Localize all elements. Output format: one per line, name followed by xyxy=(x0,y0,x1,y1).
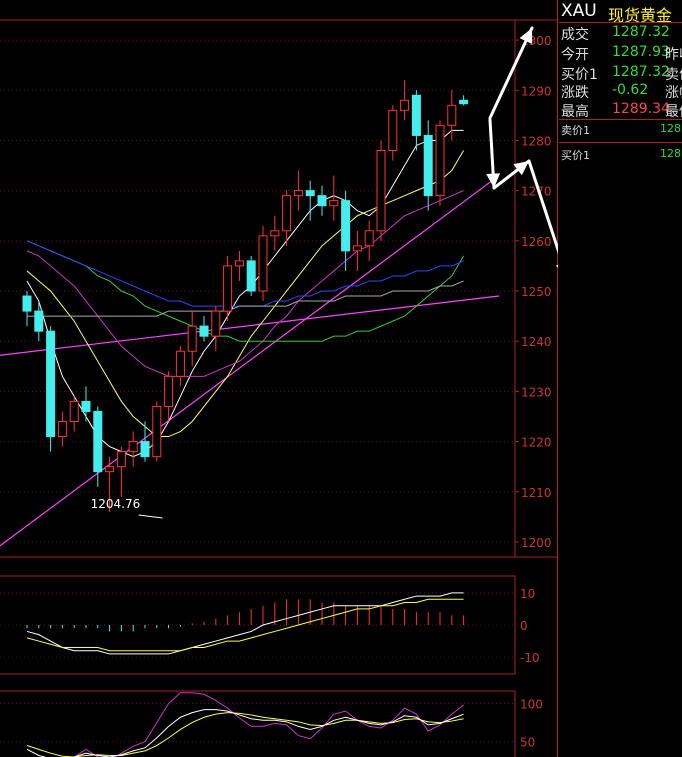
candle-body xyxy=(293,190,303,197)
annotation-label: 1204.76 xyxy=(91,497,141,511)
candle-body xyxy=(270,230,280,237)
price-tick-label: 1250 xyxy=(521,285,552,299)
candle-body xyxy=(388,109,398,151)
candle-body xyxy=(341,200,351,252)
candle-body xyxy=(140,441,150,458)
candle-body xyxy=(69,400,79,422)
price-tick-label: 1290 xyxy=(521,84,552,98)
price-tick-label: 1240 xyxy=(521,335,552,349)
candle-body xyxy=(329,200,339,207)
candle-body xyxy=(152,405,162,458)
price-tick-label: 1260 xyxy=(521,235,552,249)
chart-area: 1200121012201230124012501260127012801290… xyxy=(0,0,558,757)
candle-body xyxy=(116,451,126,468)
quote-value: 1287.32 xyxy=(612,64,670,80)
quote-value: 1287.93 xyxy=(612,44,670,60)
macd-tick-label: 0 xyxy=(520,619,528,633)
candle-body xyxy=(459,99,469,105)
orderbook-mid-divider xyxy=(559,142,682,143)
candle-body xyxy=(46,330,56,438)
candle-body xyxy=(317,195,327,207)
quote-extra-label: 昨收 xyxy=(665,47,682,63)
candle-body xyxy=(376,149,386,232)
candle-body xyxy=(400,99,410,111)
price-tick-label: 1230 xyxy=(521,385,552,399)
macd-tick-label: 10 xyxy=(520,587,535,601)
candle-body xyxy=(282,195,292,232)
quote-header: XAU 现货黄金 xyxy=(559,0,682,25)
candle-body xyxy=(223,265,233,312)
quote-extra-label: 涨幅 xyxy=(665,85,682,101)
quote-value: -0.62 xyxy=(612,82,649,98)
price-tick-label: 1220 xyxy=(521,436,552,450)
candle-body xyxy=(234,260,244,267)
candle-body xyxy=(435,124,445,197)
symbol-code: XAU xyxy=(561,1,597,21)
candle-body xyxy=(22,295,32,312)
price-tick-label: 1210 xyxy=(521,486,552,500)
quote-panel: XAU 现货黄金 成交 1287.32 今开 1287.93 昨收 买价1 12… xyxy=(559,0,682,757)
candle-body xyxy=(57,420,67,438)
candle-body xyxy=(105,466,115,473)
candle-body xyxy=(187,325,197,352)
macd-tick-label: -10 xyxy=(520,651,540,665)
price-tick-label: 1280 xyxy=(521,134,552,148)
quote-label: 今开 xyxy=(561,47,589,63)
quote-extra-label: 最低 xyxy=(665,104,682,120)
candle-body xyxy=(211,310,221,337)
price-tick-label: 1200 xyxy=(521,536,552,550)
header-divider xyxy=(559,22,682,23)
candle-body xyxy=(305,190,315,197)
chart-background xyxy=(0,0,558,757)
candle-body xyxy=(364,230,374,247)
kdj-tick-label: 50 xyxy=(520,736,535,750)
sell-value: 128 xyxy=(660,122,681,135)
candle-body xyxy=(199,325,209,337)
candle-body xyxy=(175,350,185,377)
candle-body xyxy=(411,94,421,136)
sell-label: 卖价1 xyxy=(561,124,590,137)
candle-body xyxy=(93,410,103,473)
candle-body xyxy=(447,104,457,126)
candle-body xyxy=(246,260,256,292)
candle-body xyxy=(34,310,44,332)
orderbook-divider xyxy=(559,119,682,120)
quote-value: 1287.32 xyxy=(612,24,670,40)
quote-extra-label: 卖价 xyxy=(665,67,682,83)
candle-body xyxy=(258,235,268,292)
candle-body xyxy=(352,245,362,252)
quote-label: 最高 xyxy=(561,104,589,120)
buy-value: 128 xyxy=(660,147,681,160)
quote-label: 买价1 xyxy=(561,67,598,83)
quote-label: 成交 xyxy=(561,27,589,43)
quote-label: 涨跌 xyxy=(561,85,589,101)
candle-body xyxy=(164,375,174,407)
quote-value: 1289.34 xyxy=(612,101,670,117)
candle-body xyxy=(423,134,433,197)
buy-label: 买价1 xyxy=(561,149,590,162)
kdj-tick-label: 100 xyxy=(520,697,543,711)
candle-body xyxy=(81,400,91,412)
candle-body xyxy=(128,441,138,453)
